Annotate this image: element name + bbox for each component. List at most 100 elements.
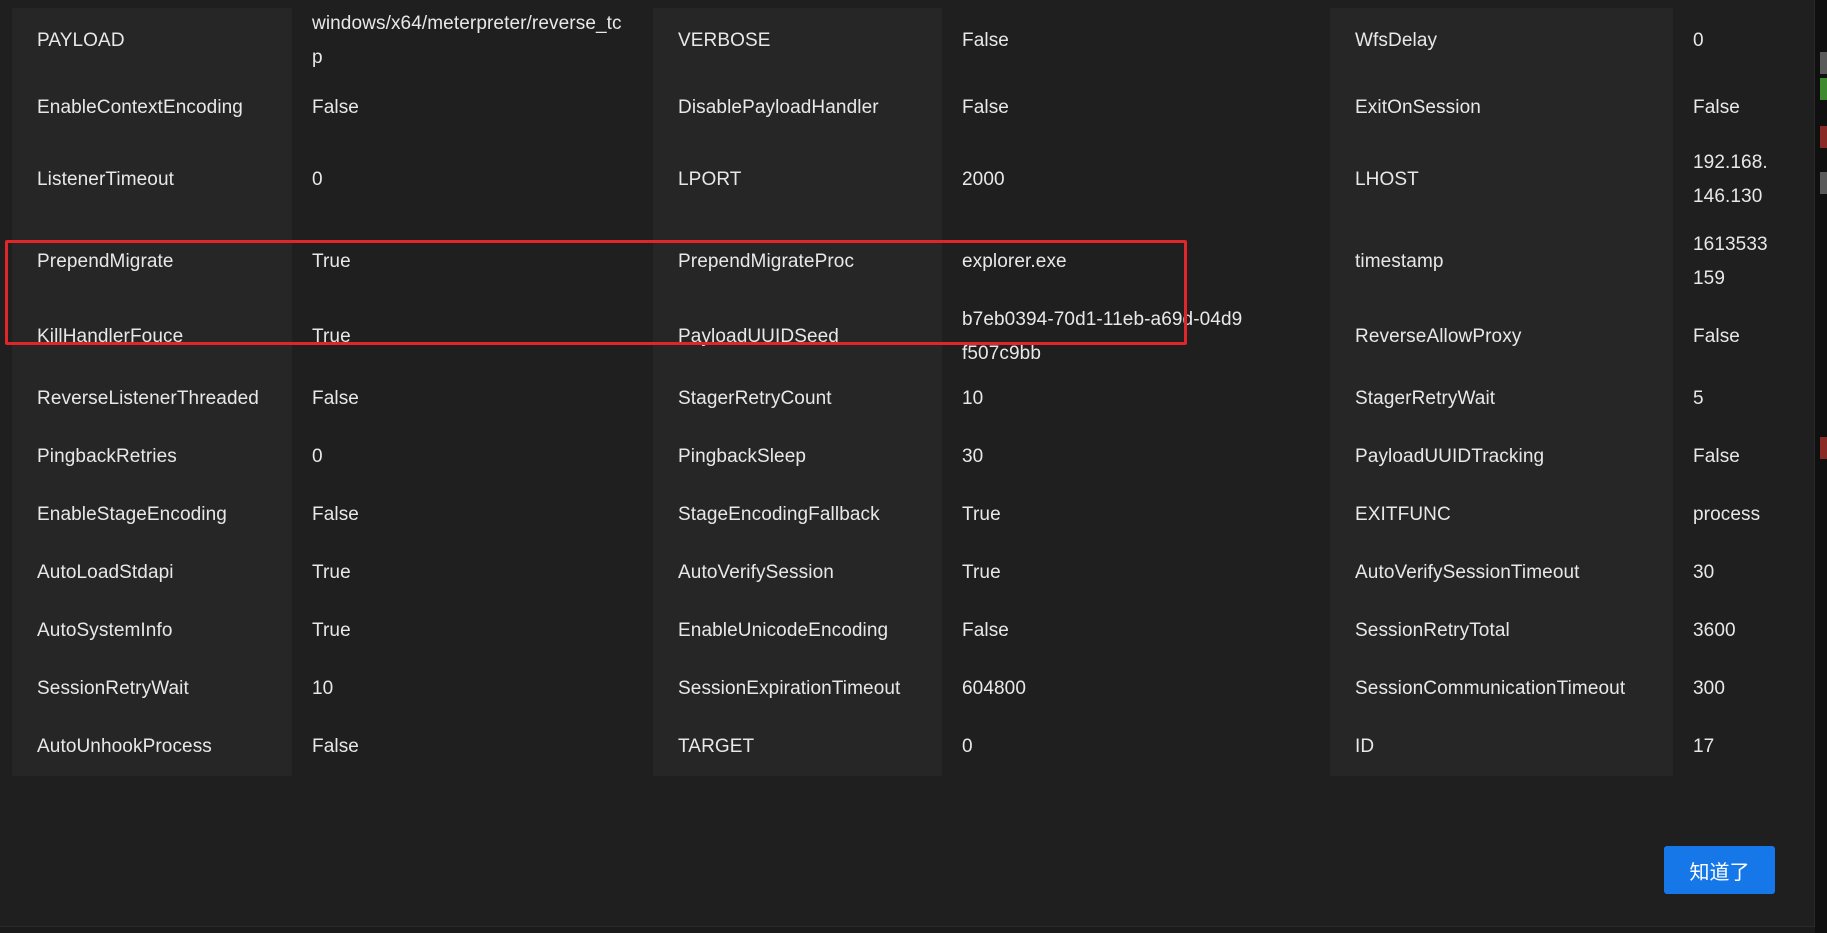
option-value-cell: True <box>942 486 1330 544</box>
option-value-cell: False <box>292 370 653 428</box>
option-value-cell: 2000 <box>942 141 1330 219</box>
ok-button[interactable]: 知道了 <box>1664 846 1775 894</box>
table-row: EnableStageEncoding False StageEncodingFal… <box>12 486 1802 544</box>
option-label-cell: ID <box>1330 718 1673 776</box>
option-value: 300 <box>1693 678 1726 699</box>
option-label: WfsDelay <box>1355 30 1438 51</box>
option-value: 192.168.146.130 <box>1693 152 1768 207</box>
option-value-cell: 192.168.146.130 <box>1673 141 1802 219</box>
option-label-cell: KillHandlerFouce <box>12 304 292 370</box>
option-label-cell: DisablePayloadHandler <box>653 74 942 141</box>
option-label-cell: PingbackSleep <box>653 428 942 486</box>
option-value: False <box>962 96 1009 118</box>
option-label: PrependMigrateProc <box>678 250 855 272</box>
option-label-cell: PAYLOAD <box>12 8 292 74</box>
option-label-cell: StagerRetryCount <box>653 370 942 428</box>
option-label-cell: LPORT <box>653 141 942 219</box>
table-row: PAYLOAD windows/x64/meterpreter/reverse_t… <box>12 8 1802 74</box>
table-row: PingbackRetries 0 PingbackSleep 30 PayloadUU… <box>12 428 1802 486</box>
option-value: True <box>312 562 351 583</box>
option-label-cell: timestamp <box>1330 219 1673 304</box>
payload-options-dialog: PAYLOAD windows/x64/meterpreter/reverse_t… <box>0 0 1815 927</box>
option-value: 0 <box>1693 30 1704 51</box>
option-value-cell: True <box>292 544 653 602</box>
option-label-cell: AutoLoadStdapi <box>12 544 292 602</box>
option-label: StagerRetryWait <box>1355 388 1496 409</box>
option-value-cell: False <box>1673 304 1802 370</box>
option-label: AutoVerifySession <box>678 562 834 583</box>
option-value-cell: False <box>942 74 1330 141</box>
option-label: AutoUnhookProcess <box>37 736 212 757</box>
table-row: PrependMigrate True PrependMigrateProc expl… <box>12 219 1802 304</box>
option-label-cell: LHOST <box>1330 141 1673 219</box>
option-label: ID <box>1355 736 1375 757</box>
option-value-cell: 3600 <box>1673 602 1802 660</box>
option-value: True <box>312 326 351 347</box>
option-value-cell: 30 <box>942 428 1330 486</box>
option-value-cell: 0 <box>292 428 653 486</box>
option-label-cell: AutoVerifySessionTimeout <box>1330 544 1673 602</box>
option-label: PrependMigrate <box>37 250 174 272</box>
option-label: EXITFUNC <box>1355 504 1451 525</box>
option-value-cell: False <box>292 74 653 141</box>
option-label: TARGET <box>678 736 755 757</box>
option-value: 0 <box>312 169 323 190</box>
option-value-cell: 1613533159 <box>1673 219 1802 304</box>
table-row: AutoSystemInfo True EnableUnicodeEncoding F… <box>12 602 1802 660</box>
option-value-cell: True <box>942 544 1330 602</box>
option-value: False <box>312 736 359 757</box>
option-value-cell: 10 <box>942 370 1330 428</box>
option-label-cell: VERBOSE <box>653 8 942 74</box>
option-value: 1613533159 <box>1693 233 1768 289</box>
option-label-cell: SessionRetryWait <box>12 660 292 718</box>
option-label-cell: SessionRetryTotal <box>1330 602 1673 660</box>
option-value: 0 <box>312 446 323 467</box>
option-label-cell: EnableStageEncoding <box>12 486 292 544</box>
option-label: SessionExpirationTimeout <box>678 678 901 699</box>
option-value-cell: 604800 <box>942 660 1330 718</box>
table-row: ListenerTimeout 0 LPORT 2000 LHOST 192.168.14… <box>12 141 1802 219</box>
option-value: 3600 <box>1693 620 1736 641</box>
table-row: SessionRetryWait 10 SessionExpirationTimeo… <box>12 660 1802 718</box>
option-value-cell: 300 <box>1673 660 1802 718</box>
option-label: LPORT <box>678 169 742 190</box>
option-label: StageEncodingFallback <box>678 504 880 525</box>
option-value-cell: False <box>1673 74 1802 141</box>
option-value-cell: windows/x64/meterpreter/reverse_tcp <box>292 8 653 74</box>
option-value-cell: False <box>942 602 1330 660</box>
option-value: process <box>1693 504 1761 525</box>
option-value: explorer.exe <box>962 250 1067 272</box>
option-label-cell: PrependMigrate <box>12 219 292 304</box>
option-label-cell: EnableUnicodeEncoding <box>653 602 942 660</box>
option-value: True <box>312 620 351 641</box>
option-label: ReverseListenerThreaded <box>37 388 259 409</box>
option-value: 0 <box>962 736 973 757</box>
option-label-cell: ReverseAllowProxy <box>1330 304 1673 370</box>
option-value: False <box>1693 326 1740 347</box>
option-value-cell: 0 <box>1673 8 1802 74</box>
edge-mark-gray <box>1820 52 1827 74</box>
option-value-cell: 0 <box>292 141 653 219</box>
option-value: False <box>1693 446 1740 467</box>
option-label: EnableContextEncoding <box>37 96 243 118</box>
option-label: StagerRetryCount <box>678 388 832 409</box>
option-value-cell: False <box>292 486 653 544</box>
option-label-cell: SessionCommunicationTimeout <box>1330 660 1673 718</box>
table-row: KillHandlerFouce True PayloadUUIDSeed b7eb0… <box>12 304 1802 370</box>
option-label: LHOST <box>1355 169 1419 190</box>
option-label: AutoLoadStdapi <box>37 562 174 583</box>
edge-mark-green <box>1820 78 1827 100</box>
option-value: 30 <box>962 446 984 467</box>
option-label: PayloadUUIDTracking <box>1355 446 1545 467</box>
option-value-cell: 0 <box>942 718 1330 776</box>
option-value: 17 <box>1693 736 1715 757</box>
option-label: KillHandlerFouce <box>37 326 184 347</box>
table-row: AutoLoadStdapi True AutoVerifySession True A… <box>12 544 1802 602</box>
option-label: PAYLOAD <box>37 30 125 51</box>
option-label: AutoVerifySessionTimeout <box>1355 562 1580 583</box>
option-label-cell: ExitOnSession <box>1330 74 1673 141</box>
option-value: True <box>962 562 1001 583</box>
edge-mark-red-2 <box>1820 437 1827 459</box>
option-label-cell: EnableContextEncoding <box>12 74 292 141</box>
option-value: 10 <box>962 388 984 409</box>
